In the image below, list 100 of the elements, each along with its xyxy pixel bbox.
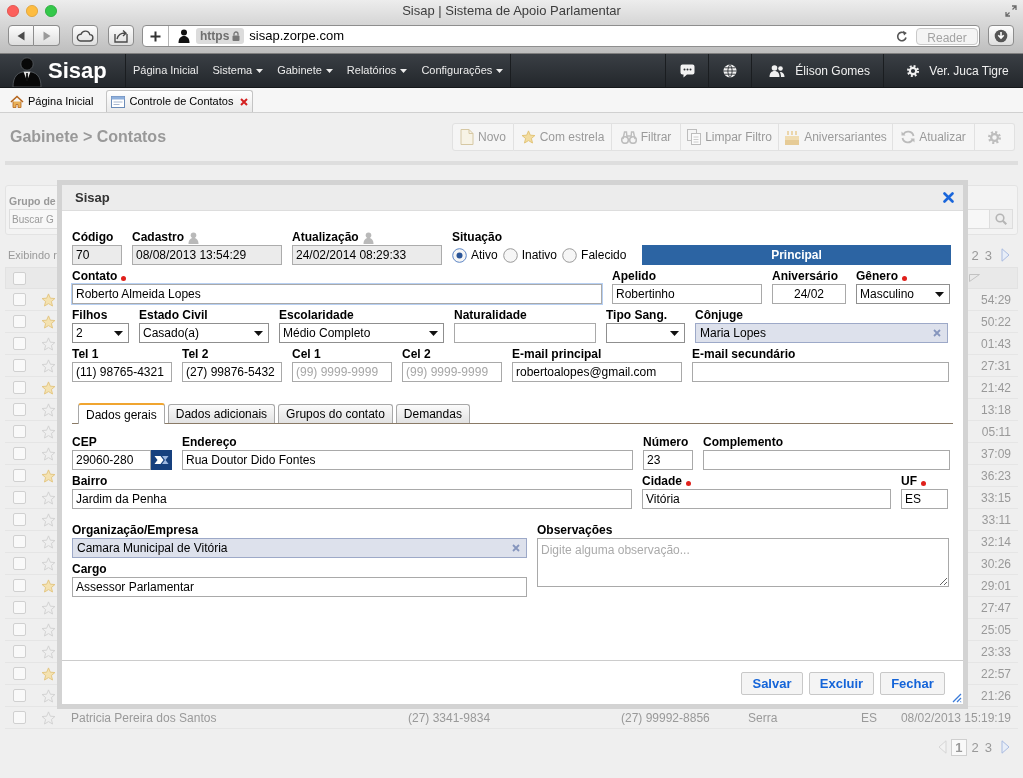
star-icon[interactable] bbox=[41, 402, 56, 417]
tab[interactable]: Dados adicionais bbox=[167, 404, 276, 423]
text-field[interactable]: Assessor Parlamentar bbox=[72, 577, 527, 597]
dropdown[interactable]: 2 bbox=[72, 323, 129, 343]
text-field[interactable]: (99) 9999-9999 bbox=[292, 362, 392, 382]
text-field[interactable]: 29060-280 bbox=[72, 450, 151, 470]
radio-button[interactable] bbox=[502, 247, 518, 263]
tab[interactable]: Dados gerais bbox=[78, 403, 165, 424]
previous-page-icon[interactable] bbox=[938, 740, 948, 754]
star-icon[interactable] bbox=[41, 710, 56, 725]
checkbox[interactable] bbox=[13, 601, 26, 614]
user-menu[interactable]: Élison Gomes bbox=[751, 54, 884, 87]
checkbox[interactable] bbox=[13, 645, 26, 658]
dropdown[interactable]: Casado(a) bbox=[139, 323, 269, 343]
text-field[interactable]: robertoalopes@gmail.com bbox=[512, 362, 682, 382]
reload-icon[interactable] bbox=[896, 29, 908, 43]
star-icon[interactable] bbox=[41, 424, 56, 439]
checkbox[interactable] bbox=[13, 381, 26, 394]
dialog-button[interactable]: Excluir bbox=[809, 672, 874, 695]
star-icon[interactable] bbox=[41, 380, 56, 395]
tag-field[interactable]: Maria Lopes bbox=[695, 323, 948, 343]
arrows-icon[interactable] bbox=[151, 450, 172, 470]
star-icon[interactable] bbox=[41, 314, 56, 329]
checkbox[interactable] bbox=[13, 579, 26, 592]
app-name[interactable]: Sisap bbox=[48, 56, 107, 85]
checkbox[interactable] bbox=[13, 535, 26, 548]
fullscreen-icon[interactable] bbox=[1005, 5, 1017, 17]
sort-icon[interactable] bbox=[969, 274, 980, 282]
text-field[interactable]: (27) 99876-5432 bbox=[182, 362, 282, 382]
close-icon[interactable] bbox=[943, 192, 954, 203]
checkbox[interactable] bbox=[13, 689, 26, 702]
clear-icon[interactable] bbox=[933, 329, 941, 337]
text-field[interactable]: ES bbox=[901, 489, 948, 509]
readonly-field[interactable]: 70 bbox=[72, 245, 122, 265]
tab[interactable]: Controle de Contatos bbox=[106, 90, 254, 112]
text-field[interactable]: Vitória bbox=[642, 489, 891, 509]
checkbox[interactable] bbox=[13, 403, 26, 416]
star-icon[interactable] bbox=[41, 556, 56, 571]
star-icon[interactable] bbox=[41, 600, 56, 615]
checkbox[interactable] bbox=[13, 513, 26, 526]
share-button[interactable] bbox=[108, 25, 134, 46]
checkbox[interactable] bbox=[13, 359, 26, 372]
text-field[interactable]: Rua Doutor Dido Fontes bbox=[182, 450, 633, 470]
checkbox[interactable] bbox=[13, 337, 26, 350]
clear-icon[interactable] bbox=[512, 544, 520, 552]
text-field[interactable] bbox=[692, 362, 949, 382]
next-page-icon[interactable] bbox=[1001, 740, 1010, 754]
menu-item[interactable]: Sistema bbox=[205, 54, 271, 87]
star-icon[interactable] bbox=[41, 578, 56, 593]
star-icon[interactable] bbox=[41, 292, 56, 307]
settings-button[interactable] bbox=[975, 123, 1015, 151]
star-icon[interactable] bbox=[41, 490, 56, 505]
star-icon[interactable] bbox=[41, 622, 56, 637]
close-icon[interactable] bbox=[240, 97, 249, 106]
dialog-button[interactable]: Salvar bbox=[741, 672, 803, 695]
dropdown[interactable] bbox=[606, 323, 685, 343]
star-icon[interactable] bbox=[41, 446, 56, 461]
text-field[interactable]: Jardim da Penha bbox=[72, 489, 632, 509]
star-icon[interactable] bbox=[41, 688, 56, 703]
readonly-field[interactable]: 08/08/2013 13:54:29 bbox=[132, 245, 282, 265]
star-icon[interactable] bbox=[41, 468, 56, 483]
minimize-window-icon[interactable] bbox=[26, 5, 38, 17]
zoom-window-icon[interactable] bbox=[45, 5, 57, 17]
notes-field[interactable]: Digite alguma observação... bbox=[537, 538, 949, 587]
readonly-field[interactable]: 24/02/2014 08:29:33 bbox=[292, 245, 442, 265]
tab[interactable]: Página Inicial bbox=[5, 90, 99, 112]
text-field[interactable]: (11) 98765-4321 bbox=[72, 362, 172, 382]
checkbox[interactable] bbox=[13, 271, 26, 285]
back-button[interactable] bbox=[8, 25, 34, 46]
star-icon[interactable] bbox=[41, 534, 56, 549]
text-field[interactable] bbox=[454, 323, 596, 343]
star-icon[interactable] bbox=[41, 512, 56, 527]
text-field[interactable]: Robertinho bbox=[612, 284, 762, 304]
text-field[interactable]: Roberto Almeida Lopes bbox=[72, 284, 602, 304]
radio-button[interactable] bbox=[452, 247, 467, 263]
checkbox[interactable] bbox=[13, 491, 26, 504]
checkbox[interactable] bbox=[13, 425, 26, 438]
star-icon[interactable] bbox=[41, 358, 56, 373]
menu-item[interactable]: Relatórios bbox=[339, 54, 415, 87]
tab[interactable]: Grupos do contato bbox=[278, 404, 393, 423]
downloads-button[interactable] bbox=[988, 25, 1014, 46]
resize-grip-icon[interactable] bbox=[950, 691, 962, 703]
radio-button[interactable] bbox=[562, 247, 578, 263]
text-field[interactable]: 23 bbox=[643, 450, 693, 470]
checkbox[interactable] bbox=[13, 711, 26, 724]
dropdown[interactable]: Médio Completo bbox=[279, 323, 444, 343]
menu-item[interactable]: Página Inicial bbox=[126, 54, 206, 87]
checkbox[interactable] bbox=[13, 557, 26, 570]
profile-menu[interactable]: Ver. Juca Tigre bbox=[883, 54, 1023, 87]
dropdown[interactable]: Masculino bbox=[856, 284, 950, 304]
star-icon[interactable] bbox=[41, 644, 56, 659]
star-icon[interactable] bbox=[41, 336, 56, 351]
menu-item[interactable]: Gabinete bbox=[270, 54, 340, 87]
dialog-button[interactable]: Fechar bbox=[880, 672, 945, 695]
checkbox[interactable] bbox=[13, 623, 26, 636]
next-page-icon[interactable] bbox=[1001, 248, 1010, 262]
cloud-button[interactable] bbox=[72, 25, 98, 46]
menu-item[interactable]: Configurações bbox=[414, 54, 511, 87]
checkbox[interactable] bbox=[13, 469, 26, 482]
checkbox[interactable] bbox=[13, 315, 26, 328]
